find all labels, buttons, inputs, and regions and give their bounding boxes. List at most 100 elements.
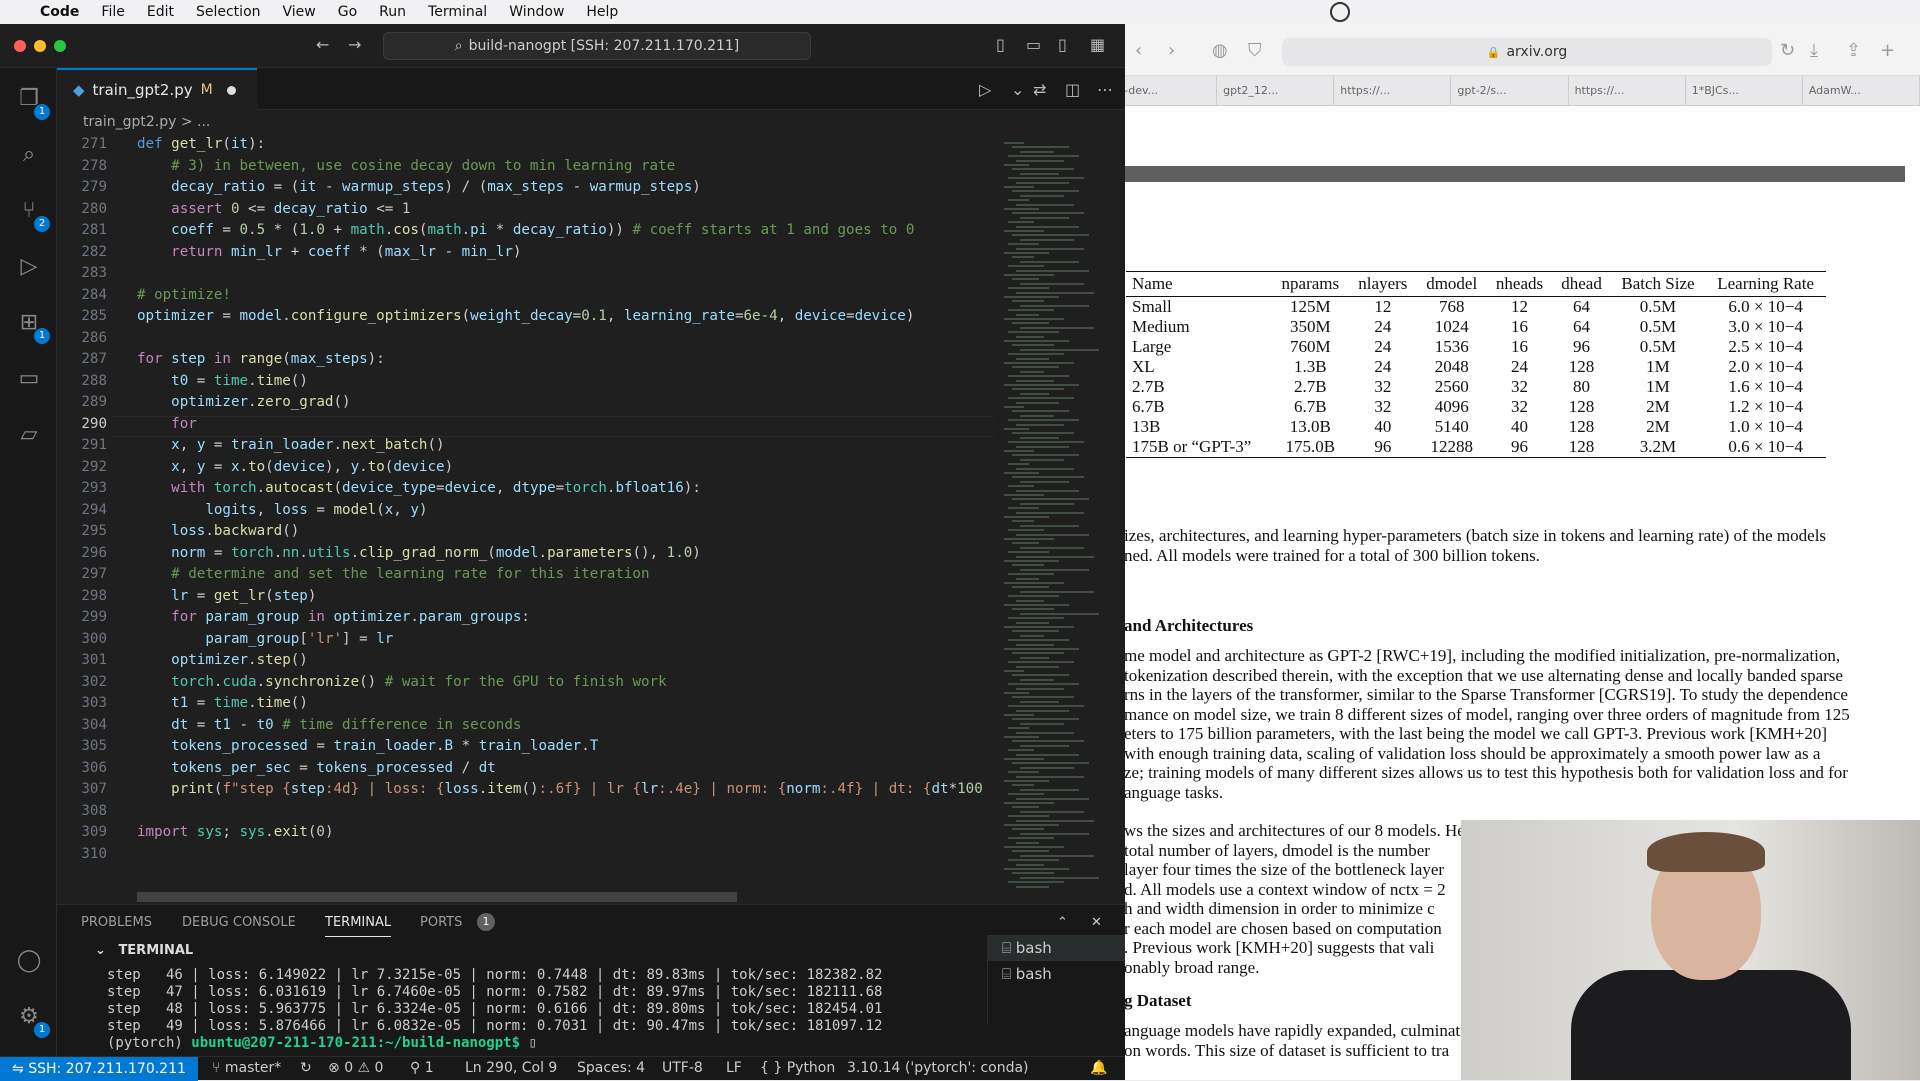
browser-tab[interactable]: gpt2_12...	[1217, 76, 1335, 105]
menu-app-name[interactable]: Code	[40, 4, 79, 20]
reload-icon[interactable]: ↻	[1780, 40, 1795, 61]
close-window-button[interactable]	[14, 40, 26, 52]
minimize-window-button[interactable]	[34, 40, 46, 52]
code-line[interactable]: return min_lr + coeff * (max_lr - min_lr…	[137, 244, 521, 260]
code-line[interactable]: norm = torch.nn.utils.clip_grad_norm_(mo…	[137, 545, 701, 561]
maximize-panel-icon[interactable]: ⌃	[1057, 915, 1068, 930]
close-panel-icon[interactable]: ✕	[1091, 915, 1102, 930]
code-editor[interactable]: 271 def get_lr(it): 278 # 3) in between, u…	[57, 134, 997, 904]
language-mode[interactable]: { } Python	[760, 1060, 835, 1076]
tab-debug-console[interactable]: DEBUG CONSOLE	[182, 915, 296, 930]
nav-forward-icon[interactable]: →	[348, 35, 361, 54]
code-line[interactable]: torch.cuda.synchronize() # wait for the …	[137, 674, 666, 690]
customize-layout-icon[interactable]: ▦	[1090, 35, 1105, 54]
horizontal-scrollbar[interactable]	[137, 892, 737, 902]
code-line[interactable]: decay_ratio = (it - warmup_steps) / (max…	[137, 179, 701, 195]
maximize-window-button[interactable]	[54, 40, 66, 52]
run-debug-icon[interactable]: ▷	[14, 254, 44, 284]
menu-window[interactable]: Window	[509, 4, 564, 20]
code-line[interactable]: param_group['lr'] = lr	[137, 631, 393, 647]
code-line[interactable]: assert 0 <= decay_ratio <= 1	[137, 201, 410, 217]
command-center[interactable]: ⌕ build-nanogpt [SSH: 207.211.170.211]	[383, 32, 811, 60]
tab-ports[interactable]: PORTS	[420, 915, 462, 930]
menu-terminal[interactable]: Terminal	[428, 4, 487, 20]
sync-icon[interactable]: ↻	[300, 1060, 312, 1076]
explorer-icon[interactable]: ❐ 1	[14, 86, 50, 120]
shield-icon[interactable]: ⛉	[1248, 40, 1262, 61]
indentation[interactable]: Spaces: 4	[577, 1060, 645, 1076]
toggle-panel-icon[interactable]: ▭	[1026, 35, 1041, 54]
terminal-section-header[interactable]: ⌄ TERMINAL	[57, 943, 987, 965]
browser-tab[interactable]: https://...	[1569, 76, 1686, 105]
menu-edit[interactable]: Edit	[147, 4, 174, 20]
browser-tab[interactable]: https://...	[1334, 76, 1452, 105]
terminal-instance[interactable]: ⌸ bash	[988, 961, 1125, 987]
breadcrumb[interactable]: train_gpt2.py > ...	[57, 110, 1125, 134]
share-icon[interactable]: ⇪	[1846, 40, 1861, 61]
menu-file[interactable]: File	[101, 4, 124, 20]
code-line[interactable]: for step in range(max_steps):	[137, 351, 385, 367]
menu-selection[interactable]: Selection	[196, 4, 261, 20]
chat-icon[interactable]: ▱	[14, 422, 44, 452]
search-icon[interactable]: ⌕	[14, 142, 44, 172]
code-line[interactable]: optimizer = model.configure_optimizers(w…	[137, 308, 914, 324]
tab-terminal[interactable]: TERMINAL	[325, 915, 392, 937]
terminal-instance[interactable]: ⌸ bash	[988, 935, 1125, 961]
code-line[interactable]: import sys; sys.exit(0)	[137, 824, 334, 840]
more-actions-icon[interactable]: ⋯	[1097, 80, 1113, 99]
open-changes-icon[interactable]: ⇄	[1033, 80, 1046, 99]
account-icon[interactable]: ◯	[14, 948, 44, 978]
code-line[interactable]: dt = t1 - t0 # time difference in second…	[137, 717, 521, 733]
code-line[interactable]: for	[137, 416, 197, 432]
code-line[interactable]: print(f"step {step:4d} | loss: {loss.ite…	[137, 781, 983, 797]
code-line[interactable]: # optimize!	[137, 287, 231, 303]
download-icon[interactable]: ⤓	[1810, 40, 1818, 61]
run-file-icon[interactable]: ▷	[979, 80, 991, 99]
browser-tab[interactable]: 1*BJCs...	[1686, 76, 1803, 105]
branch-indicator[interactable]: ⑂ master*	[212, 1060, 281, 1076]
remote-indicator[interactable]: ⇋ SSH: 207.211.170.211	[0, 1057, 198, 1081]
code-line[interactable]: logits, loss = model(x, y)	[137, 502, 427, 518]
code-line[interactable]: tokens_per_sec = tokens_processed / dt	[137, 760, 496, 776]
cursor-position[interactable]: Ln 290, Col 9	[465, 1060, 557, 1076]
remote-explorer-icon[interactable]: ▭	[14, 366, 44, 396]
status-menu-icon[interactable]	[1330, 2, 1350, 22]
code-line[interactable]: # 3) in between, use cosine decay down t…	[137, 158, 675, 174]
unsaved-dot-icon[interactable]	[226, 85, 236, 95]
back-icon[interactable]: ‹	[1135, 40, 1142, 61]
nav-back-icon[interactable]: ←	[316, 35, 329, 54]
split-editor-icon[interactable]: ◫	[1065, 80, 1080, 99]
code-line[interactable]: optimizer.zero_grad()	[137, 394, 350, 410]
code-line[interactable]: lr = get_lr(step)	[137, 588, 316, 604]
code-line[interactable]: loss.backward()	[137, 523, 299, 539]
encoding[interactable]: UTF-8	[662, 1060, 703, 1076]
menu-go[interactable]: Go	[338, 4, 357, 20]
menu-run[interactable]: Run	[379, 4, 406, 20]
address-bar[interactable]: 🔒 arxiv.org	[1282, 38, 1772, 66]
ports-indicator[interactable]: ⚲ 1	[410, 1060, 434, 1076]
menu-view[interactable]: View	[283, 4, 316, 20]
code-line[interactable]: x, y = train_loader.next_batch()	[137, 437, 444, 453]
problems-indicator[interactable]: ⊗ 0 ⚠ 0	[328, 1060, 383, 1076]
code-line[interactable]: def get_lr(it):	[137, 136, 265, 152]
code-line[interactable]: t1 = time.time()	[137, 695, 308, 711]
dropdown-icon[interactable]: ⌄	[1011, 80, 1024, 99]
bell-icon[interactable]: 🔔	[1090, 1060, 1107, 1076]
tab-train-gpt2[interactable]: ◆ train_gpt2.py M	[57, 68, 257, 110]
privacy-icon[interactable]: ◍	[1212, 40, 1228, 61]
minimap[interactable]	[1000, 134, 1110, 904]
toggle-secondary-sidebar-icon[interactable]: ▯	[1058, 35, 1067, 54]
browser-tab[interactable]: gpt-2/s...	[1451, 76, 1569, 105]
gear-icon[interactable]: ⚙ 1	[14, 1004, 50, 1038]
terminal-output[interactable]: step 46 | loss: 6.149022 | lr 7.3215e-05…	[107, 967, 1027, 1052]
source-control-icon[interactable]: ⑂ 2	[14, 198, 50, 232]
code-line[interactable]: t0 = time.time()	[137, 373, 308, 389]
code-line[interactable]: tokens_processed = train_loader.B * trai…	[137, 738, 598, 754]
forward-icon[interactable]: ›	[1168, 40, 1175, 61]
code-line[interactable]: for param_group in optimizer.param_group…	[137, 609, 530, 625]
toggle-sidebar-icon[interactable]: ▯	[996, 35, 1005, 54]
code-line[interactable]: optimizer.step()	[137, 652, 308, 668]
new-tab-icon[interactable]: +	[1880, 40, 1895, 61]
code-line[interactable]: with torch.autocast(device_type=device, …	[137, 480, 701, 496]
python-interpreter[interactable]: 3.10.14 ('pytorch': conda)	[847, 1060, 1029, 1076]
